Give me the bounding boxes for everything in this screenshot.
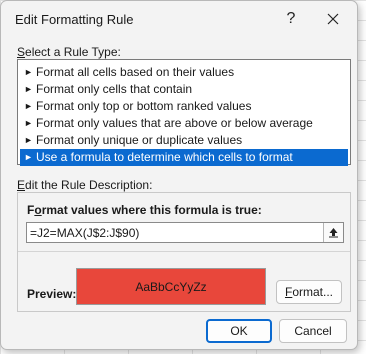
edit-rule-description-label: Edit the Rule Description: [17, 178, 153, 192]
rule-type-item-selected[interactable]: ► Use a formula to determine which cells… [20, 149, 348, 166]
title-bar: Edit Formatting Rule ? [1, 1, 357, 37]
ok-button[interactable]: OK [206, 319, 272, 343]
close-icon [327, 13, 339, 25]
formula-input[interactable] [27, 223, 323, 242]
rule-type-item[interactable]: ► Format only cells that contain [20, 81, 348, 98]
edit-formatting-rule-dialog: Edit Formatting Rule ? Select a Rule Typ… [0, 0, 358, 350]
rule-description-panel: Format values where this formula is true… [17, 192, 351, 312]
format-preview: AaBbCcYyZz [76, 268, 266, 305]
rule-type-list[interactable]: ► Format all cells based on their values… [17, 59, 351, 166]
close-button[interactable] [313, 2, 353, 36]
formula-field [26, 222, 344, 243]
help-button[interactable]: ? [271, 2, 311, 36]
collapse-dialog-button[interactable] [323, 223, 343, 242]
format-button[interactable]: Format... [276, 280, 342, 304]
pointer-arrow-icon: ► [24, 84, 33, 94]
select-rule-type-label: Select a Rule Type: [17, 45, 121, 59]
preview-sample-text: AaBbCcYyZz [135, 279, 207, 294]
range-select-arrow-icon [329, 228, 338, 238]
dialog-title: Edit Formatting Rule [15, 12, 134, 27]
cancel-button[interactable]: Cancel [279, 319, 347, 343]
pointer-arrow-icon: ► [24, 101, 33, 111]
pointer-arrow-icon: ► [24, 135, 33, 145]
rule-type-item[interactable]: ► Format only values that are above or b… [20, 115, 348, 132]
rule-type-item[interactable]: ► Format only unique or duplicate values [20, 132, 348, 149]
divider [18, 251, 350, 252]
rule-type-item[interactable]: ► Format only top or bottom ranked value… [20, 98, 348, 115]
preview-label: Preview: [27, 287, 77, 301]
formula-label: Format values where this formula is true… [27, 203, 262, 217]
pointer-arrow-icon: ► [24, 118, 33, 128]
pointer-arrow-icon: ► [24, 152, 33, 162]
help-icon: ? [286, 10, 296, 27]
pointer-arrow-icon: ► [24, 67, 33, 77]
rule-type-item[interactable]: ► Format all cells based on their values [20, 64, 348, 81]
